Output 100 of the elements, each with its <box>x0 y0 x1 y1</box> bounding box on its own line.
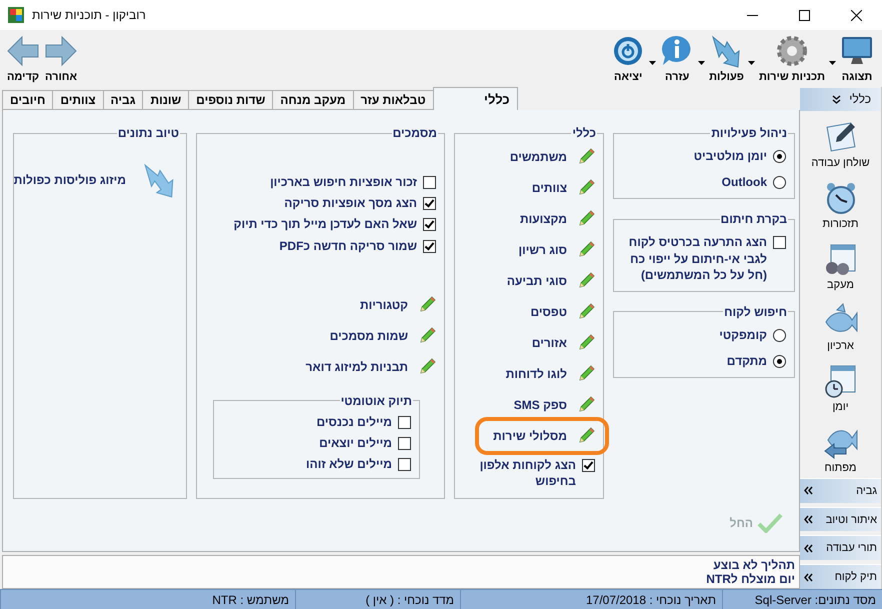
edit-link[interactable]: משתמשים <box>510 148 595 166</box>
checkbox-label: שאל האם לעדכן מייל תוך כדי תיוק <box>234 216 417 233</box>
toolbar-button[interactable]: תצוגה <box>836 32 878 87</box>
pencil-icon <box>577 365 595 383</box>
sidebar-item[interactable]: מפתוח <box>822 424 858 474</box>
sidebar-item[interactable]: ארכיון <box>822 302 858 352</box>
sidebar-header[interactable]: כללי <box>800 88 881 111</box>
message-text: תהליך לא בוצע <box>712 558 795 572</box>
tab[interactable]: חיובים <box>2 90 54 110</box>
tab[interactable]: שונות <box>142 90 190 110</box>
pencil-icon <box>577 272 595 290</box>
pencil-icon <box>418 296 436 314</box>
radio-button[interactable] <box>773 150 786 163</box>
edit-link[interactable]: אזורים <box>532 334 595 352</box>
checkbox-label: מיילים נכנסים <box>316 414 392 430</box>
checkbox[interactable] <box>423 218 436 232</box>
status-cell: משתמש : NTR <box>0 590 295 609</box>
checkbox-label: הצג התרעה בכרטיס לקוח לגבי אי-חיתום על ייפוי כח (חל על כל המשתמשים) <box>628 234 767 283</box>
action-link[interactable]: מיזוג פוליסות כפולות <box>14 162 178 198</box>
group-title: טיוב נתונים <box>116 126 180 140</box>
nav-button[interactable]: קדימה <box>4 32 42 87</box>
nav-button[interactable]: אחורה <box>42 32 80 87</box>
checkbox[interactable] <box>423 176 436 189</box>
radio-label: יומן מולטיביט <box>694 148 767 164</box>
chevron-icon <box>804 572 813 582</box>
tab[interactable]: גביה <box>102 90 144 110</box>
checkmark-icon <box>757 513 783 533</box>
calendar-clock-icon <box>822 362 858 399</box>
pencil-icon <box>577 179 595 197</box>
tab[interactable]: צוותים <box>52 90 104 110</box>
toolbar-button[interactable]: תכניות שירות <box>754 32 829 87</box>
caret-icon[interactable] <box>829 60 836 64</box>
pencil-icon <box>577 334 595 352</box>
checkbox[interactable] <box>773 236 786 250</box>
tab[interactable]: טבלאות עזר <box>352 90 434 110</box>
highlighted-link[interactable]: מסלולי שירות <box>475 417 609 455</box>
app-icon <box>8 7 24 23</box>
checkbox-label: מיילים שלא זוהו <box>306 456 392 472</box>
chevron-icon <box>804 486 813 496</box>
tab[interactable]: כללי <box>432 87 518 110</box>
sidebar-section[interactable]: גביה <box>800 478 881 503</box>
radio-button[interactable] <box>773 355 786 368</box>
chevron-icon <box>804 515 813 524</box>
toolbar-button[interactable]: פעולות <box>705 32 748 87</box>
group-title: מסמכים <box>392 126 438 140</box>
sidebar-section[interactable]: תיק לקוח <box>800 564 881 590</box>
pencil-icon <box>577 427 595 445</box>
checkbox-label: שמור סריקה חדשה כPDF <box>279 238 417 254</box>
caret-icon[interactable] <box>698 60 706 64</box>
toolbar-button[interactable]: יציאה <box>607 32 650 87</box>
edit-link[interactable]: טפסים <box>530 303 595 321</box>
checkbox[interactable] <box>398 416 411 429</box>
sidebar-section[interactable]: תורי עבודה <box>800 535 881 560</box>
edit-link[interactable]: מקצועות <box>520 210 595 228</box>
edit-link[interactable]: סוגי תביעה <box>506 272 595 290</box>
sidebar-item[interactable]: יומן <box>822 362 858 413</box>
sidebar-item[interactable]: שולחן עבודה <box>811 118 870 169</box>
tab[interactable]: שדות נוספים <box>188 90 274 110</box>
checkbox[interactable] <box>582 459 595 472</box>
chevron-icon <box>804 544 813 553</box>
checkbox[interactable] <box>398 458 411 472</box>
radio-button[interactable] <box>773 176 786 190</box>
group-title: בקרת חיתום <box>720 212 788 226</box>
edit-link[interactable]: לוגו לדוחות <box>506 365 595 383</box>
sidebar-section[interactable]: איתור וטיוב <box>800 506 881 532</box>
pencil-icon <box>418 326 436 345</box>
checkbox-label: זכור אופציות חיפוש בארכיון <box>270 174 417 190</box>
status-cell: מסד נתונים: Sql-Server <box>722 590 882 609</box>
tab[interactable]: מעקב מנחה <box>272 90 354 110</box>
group-title: חיפוש לקוח <box>723 304 788 319</box>
caret-icon[interactable] <box>649 60 656 64</box>
sidebar-item[interactable]: תזכורות <box>822 180 858 230</box>
pencil-icon <box>577 210 595 228</box>
message-text: יום מוצלח לNTR <box>705 572 795 586</box>
edit-link[interactable]: ספק SMS <box>514 396 595 414</box>
radio-label: Outlook <box>722 174 767 190</box>
checkbox-label: הצג לקוחות אלפון בחיפוש <box>478 457 576 490</box>
edit-link[interactable]: שמות מסמכים <box>330 326 436 345</box>
window-title: רוביקון - תוכניות שירות <box>32 8 147 22</box>
pencil-icon <box>418 358 436 376</box>
pencil-icon <box>577 303 595 321</box>
minimize-icon[interactable] <box>746 14 758 16</box>
group-title: תיוק אוטומטי <box>340 394 413 408</box>
toolbar-button[interactable]: עזרה <box>656 32 698 87</box>
edit-link[interactable]: תבניות למיזוג דואר <box>306 358 436 376</box>
group-title: כללי <box>571 126 597 140</box>
checkbox[interactable] <box>423 197 436 210</box>
edit-link[interactable]: סוג רשיון <box>518 241 595 259</box>
close-icon[interactable] <box>850 10 862 20</box>
checkbox[interactable] <box>423 240 436 253</box>
edit-link[interactable]: קטגוריות <box>360 296 436 314</box>
pencil-icon <box>577 148 595 166</box>
chevron-icon <box>832 94 842 104</box>
sidebar-item[interactable]: מעקב <box>822 240 858 291</box>
maximize-icon[interactable] <box>798 10 810 20</box>
radio-button[interactable] <box>773 328 786 342</box>
group-title: ניהול פעילויות <box>710 126 788 140</box>
caret-icon[interactable] <box>748 60 755 64</box>
checkbox[interactable] <box>398 436 411 450</box>
edit-link[interactable]: צוותים <box>532 179 595 197</box>
